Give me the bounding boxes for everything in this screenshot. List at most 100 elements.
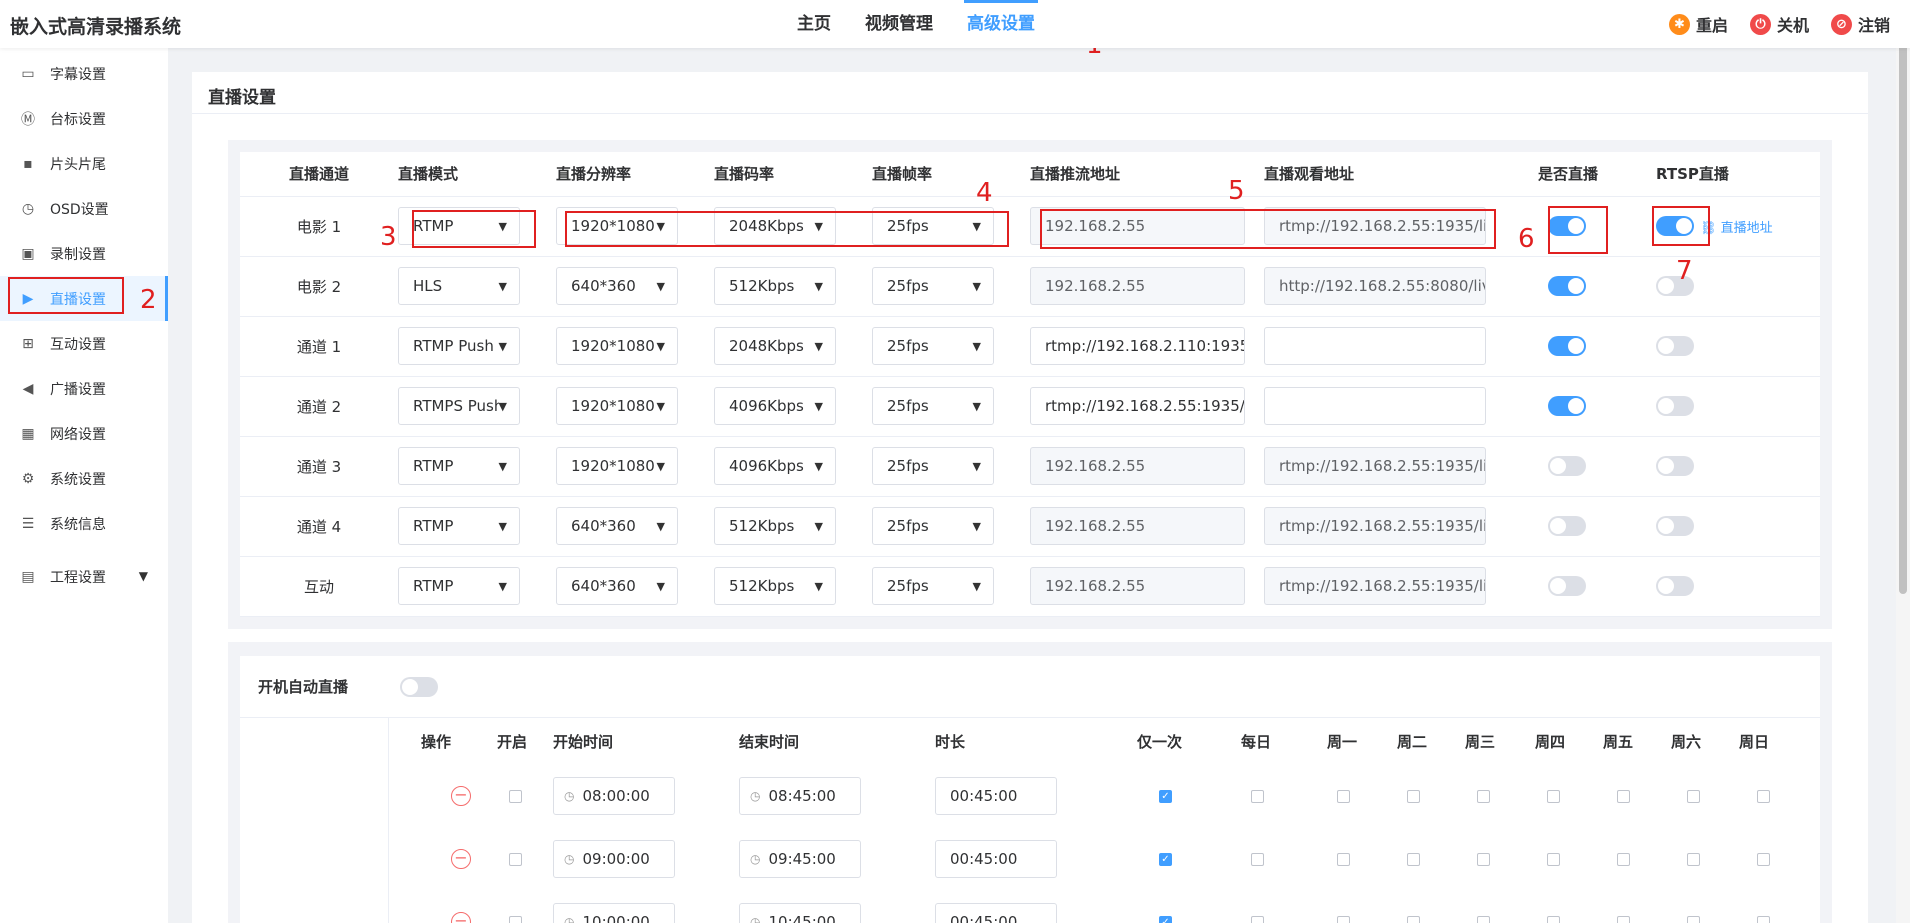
day-checkbox[interactable]: [1617, 853, 1630, 866]
live-toggle[interactable]: [1548, 576, 1586, 596]
nav-item[interactable]: 主页: [780, 0, 848, 48]
mode-select[interactable]: RTMP ▼: [398, 567, 520, 605]
scrollbar-thumb[interactable]: [1899, 24, 1907, 594]
day-checkbox[interactable]: [1687, 790, 1700, 803]
rtsp-toggle[interactable]: [1656, 336, 1694, 356]
day-checkbox[interactable]: [1407, 916, 1420, 923]
sidebar-item[interactable]: ▤ 工程设置 ▼: [0, 554, 168, 599]
enable-checkbox[interactable]: [509, 853, 522, 866]
mode-select[interactable]: RTMP ▼: [398, 507, 520, 545]
sidebar-item[interactable]: ▦ 网络设置: [0, 411, 168, 456]
day-checkbox[interactable]: [1687, 853, 1700, 866]
once-checkbox[interactable]: ✓: [1159, 916, 1172, 923]
sidebar-item[interactable]: ▪ 片头片尾: [0, 141, 168, 186]
day-checkbox[interactable]: [1617, 916, 1630, 923]
rtsp-toggle[interactable]: [1656, 516, 1694, 536]
day-checkbox[interactable]: [1757, 790, 1770, 803]
bitrate-select[interactable]: 512Kbps ▼: [714, 567, 836, 605]
nav-item[interactable]: 高级设置: [950, 0, 1052, 48]
day-checkbox[interactable]: [1337, 853, 1350, 866]
power-button[interactable]: ⏻ 关机: [1749, 12, 1809, 36]
day-checkbox[interactable]: [1687, 916, 1700, 923]
resolution-select[interactable]: 1920*1080 ▼: [556, 327, 678, 365]
resolution-select[interactable]: 1920*1080 ▼: [556, 447, 678, 485]
resolution-select[interactable]: 640*360 ▼: [556, 507, 678, 545]
day-checkbox[interactable]: [1251, 853, 1264, 866]
duration-input[interactable]: 00:45:00: [935, 903, 1057, 923]
duration-input[interactable]: 00:45:00: [935, 840, 1057, 878]
push-url-input[interactable]: rtmp://192.168.2.55:1935/live: [1030, 387, 1245, 425]
push-url-input[interactable]: rtmp://192.168.2.110:1935/live: [1030, 327, 1245, 365]
once-checkbox[interactable]: ✓: [1159, 853, 1172, 866]
live-toggle[interactable]: [1548, 456, 1586, 476]
day-checkbox[interactable]: [1251, 916, 1264, 923]
restart-button[interactable]: ✱ 重启: [1668, 12, 1728, 36]
live-toggle[interactable]: [1548, 276, 1586, 296]
day-checkbox[interactable]: [1547, 916, 1560, 923]
day-checkbox[interactable]: [1547, 853, 1560, 866]
start-time-input[interactable]: ◷ 09:00:00: [553, 840, 675, 878]
enable-checkbox[interactable]: [509, 790, 522, 803]
page-scrollbar[interactable]: [1896, 0, 1910, 923]
resolution-select[interactable]: 1920*1080 ▼: [556, 387, 678, 425]
end-time-input[interactable]: ◷ 08:45:00: [739, 777, 861, 815]
end-time-input[interactable]: ◷ 09:45:00: [739, 840, 861, 878]
once-checkbox[interactable]: ✓: [1159, 790, 1172, 803]
live-toggle[interactable]: [1548, 516, 1586, 536]
end-time-input[interactable]: ◷ 10:45:00: [739, 903, 861, 923]
remove-row-button[interactable]: −: [451, 912, 471, 923]
fps-select[interactable]: 25fps ▼: [872, 327, 994, 365]
sidebar-item[interactable]: ▣ 录制设置: [0, 231, 168, 276]
day-checkbox[interactable]: [1477, 916, 1490, 923]
day-checkbox[interactable]: [1337, 916, 1350, 923]
rtsp-toggle[interactable]: [1656, 576, 1694, 596]
bitrate-select[interactable]: 512Kbps ▼: [714, 267, 836, 305]
mode-select[interactable]: RTMP ▼: [398, 447, 520, 485]
bitrate-select[interactable]: 512Kbps ▼: [714, 507, 836, 545]
duration-input[interactable]: 00:45:00: [935, 777, 1057, 815]
auto-live-toggle[interactable]: [400, 676, 438, 697]
remove-row-button[interactable]: −: [451, 786, 471, 806]
fps-select[interactable]: 25fps ▼: [872, 567, 994, 605]
fps-select[interactable]: 25fps ▼: [872, 387, 994, 425]
live-toggle[interactable]: [1548, 396, 1586, 416]
day-checkbox[interactable]: [1477, 790, 1490, 803]
live-toggle[interactable]: [1548, 336, 1586, 356]
nav-item[interactable]: 视频管理: [848, 0, 950, 48]
mode-select[interactable]: RTMPS Push ▼: [398, 387, 520, 425]
bitrate-select[interactable]: 4096Kbps ▼: [714, 447, 836, 485]
day-checkbox[interactable]: [1251, 790, 1264, 803]
bitrate-select[interactable]: 4096Kbps ▼: [714, 387, 836, 425]
sidebar-item[interactable]: ☰ 系统信息: [0, 501, 168, 546]
day-checkbox[interactable]: [1547, 790, 1560, 803]
day-checkbox[interactable]: [1337, 790, 1350, 803]
fps-select[interactable]: 25fps ▼: [872, 267, 994, 305]
day-checkbox[interactable]: [1757, 916, 1770, 923]
live-address-link[interactable]: ⛓ 直播地址: [1700, 221, 1773, 236]
mode-select[interactable]: HLS ▼: [398, 267, 520, 305]
rtsp-toggle[interactable]: [1656, 456, 1694, 476]
resolution-select[interactable]: 640*360 ▼: [556, 567, 678, 605]
watch-url-input[interactable]: [1264, 327, 1486, 365]
enable-checkbox[interactable]: [509, 916, 522, 923]
bitrate-select[interactable]: 2048Kbps ▼: [714, 327, 836, 365]
fps-select[interactable]: 25fps ▼: [872, 447, 994, 485]
fps-select[interactable]: 25fps ▼: [872, 507, 994, 545]
day-checkbox[interactable]: [1407, 790, 1420, 803]
resolution-select[interactable]: 640*360 ▼: [556, 267, 678, 305]
day-checkbox[interactable]: [1477, 853, 1490, 866]
day-checkbox[interactable]: [1617, 790, 1630, 803]
day-checkbox[interactable]: [1757, 853, 1770, 866]
remove-row-button[interactable]: −: [451, 849, 471, 869]
start-time-input[interactable]: ◷ 08:00:00: [553, 777, 675, 815]
sidebar-item[interactable]: ⚙ 系统设置: [0, 456, 168, 501]
rtsp-toggle[interactable]: [1656, 396, 1694, 416]
logout-button[interactable]: ⊘ 注销: [1830, 12, 1890, 36]
sidebar-item[interactable]: ◀ 广播设置: [0, 366, 168, 411]
mode-select[interactable]: RTMP Push ▼: [398, 327, 520, 365]
sidebar-item[interactable]: ▭ 字幕设置: [0, 51, 168, 96]
sidebar-item[interactable]: Ⓜ 台标设置: [0, 96, 168, 141]
watch-url-input[interactable]: [1264, 387, 1486, 425]
sidebar-item[interactable]: ⊞ 互动设置: [0, 321, 168, 366]
day-checkbox[interactable]: [1407, 853, 1420, 866]
